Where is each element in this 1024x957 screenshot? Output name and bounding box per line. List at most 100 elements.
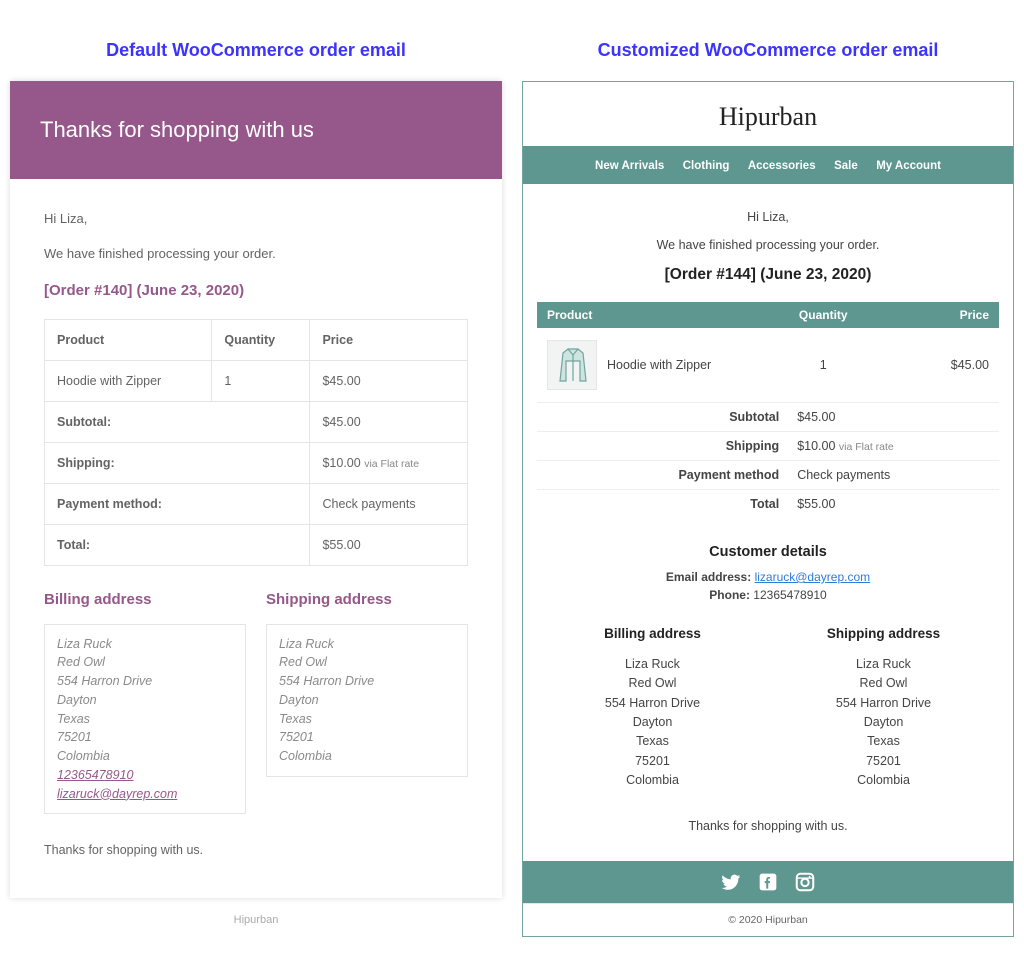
payment-value: Check payments	[797, 468, 999, 482]
col-price: Price	[310, 319, 468, 360]
table-row: Hoodie with Zipper 1 $45.00	[45, 360, 468, 401]
instagram-icon[interactable]	[794, 871, 816, 893]
custom-caption: Customized WooCommerce order email	[522, 10, 1014, 81]
customer-details: Customer details Email address: lizaruck…	[537, 544, 999, 602]
thanks-text: Thanks for shopping with us.	[537, 819, 999, 833]
billing-street: 554 Harron Drive	[57, 672, 233, 691]
col-quantity: Quantity	[768, 308, 879, 322]
col-quantity: Quantity	[212, 319, 310, 360]
total-label: Total:	[45, 524, 310, 565]
shipping-block: Shipping address Liza Ruck Red Owl 554 H…	[768, 624, 999, 791]
billing-city: Dayton	[537, 713, 768, 732]
shipping-label: Shipping	[537, 439, 797, 453]
col-product: Product	[547, 308, 768, 322]
nav-my-account[interactable]: My Account	[876, 160, 941, 172]
item-name: Hoodie with Zipper	[607, 358, 711, 372]
subtotal-value: $45.00	[310, 401, 468, 442]
social-bar	[523, 861, 1013, 903]
customer-details-heading: Customer details	[537, 544, 999, 560]
shipping-country: Colombia	[768, 771, 999, 790]
shipping-company: Red Owl	[279, 653, 455, 672]
shipping-street: 554 Harron Drive	[279, 672, 455, 691]
payment-value: Check payments	[310, 483, 468, 524]
order-heading: [Order #144] (June 23, 2020)	[537, 266, 999, 284]
item-qty: 1	[768, 358, 879, 372]
twitter-icon[interactable]	[720, 871, 742, 893]
phone-value: 12365478910	[753, 588, 826, 602]
default-header: Thanks for shopping with us	[10, 81, 502, 179]
col-price: Price	[879, 308, 990, 322]
closing-text: Thanks for shopping with us.	[44, 840, 468, 860]
shipping-heading: Shipping address	[266, 588, 468, 612]
total-row: Total: $55.00	[45, 524, 468, 565]
billing-country: Colombia	[537, 771, 768, 790]
payment-label: Payment method:	[45, 483, 310, 524]
intro-text: We have finished processing your order.	[537, 238, 999, 252]
email-label: Email address:	[666, 570, 751, 584]
shipping-heading: Shipping address	[768, 624, 999, 645]
billing-zip: 75201	[537, 752, 768, 771]
subtotal-label: Subtotal	[537, 410, 797, 424]
billing-state: Texas	[57, 710, 233, 729]
shipping-zip: 75201	[768, 752, 999, 771]
greeting: Hi Liza,	[44, 209, 468, 230]
shipping-country: Colombia	[279, 747, 455, 766]
shipping-state: Texas	[279, 710, 455, 729]
order-heading: [Order #140] (June 23, 2020)	[44, 279, 468, 303]
billing-box: Liza Ruck Red Owl 554 Harron Drive Dayto…	[44, 624, 246, 815]
default-email-card: Thanks for shopping with us Hi Liza, We …	[10, 81, 502, 898]
facebook-icon[interactable]	[758, 872, 778, 892]
nav-new-arrivals[interactable]: New Arrivals	[595, 160, 664, 172]
table-header-row: Product Quantity Price	[45, 319, 468, 360]
shipping-row: Shipping $10.00 via Flat rate	[537, 431, 999, 460]
billing-phone-link[interactable]: 12365478910	[57, 768, 133, 782]
subtotal-value: $45.00	[797, 410, 999, 424]
product-row: Hoodie with Zipper 1 $45.00	[537, 328, 999, 402]
order-table: Product Quantity Price Hoodie with Zippe…	[44, 319, 468, 566]
nav-clothing[interactable]: Clothing	[683, 160, 730, 172]
payment-label: Payment method	[537, 468, 797, 482]
nav-bar: New Arrivals Clothing Accessories Sale M…	[523, 146, 1013, 184]
shipping-label: Shipping:	[45, 442, 310, 483]
shipping-box: Liza Ruck Red Owl 554 Harron Drive Dayto…	[266, 624, 468, 777]
email-link[interactable]: lizaruck@dayrep.com	[755, 570, 871, 584]
shipping-city: Dayton	[279, 691, 455, 710]
billing-email-link[interactable]: lizaruck@dayrep.com	[57, 787, 177, 801]
billing-city: Dayton	[57, 691, 233, 710]
total-value: $55.00	[310, 524, 468, 565]
shipping-name: Liza Ruck	[279, 635, 455, 654]
greeting: Hi Liza,	[537, 210, 999, 224]
item-qty: 1	[212, 360, 310, 401]
billing-name: Liza Ruck	[537, 655, 768, 674]
billing-heading: Billing address	[537, 624, 768, 645]
billing-state: Texas	[537, 732, 768, 751]
custom-email-card: Hipurban New Arrivals Clothing Accessori…	[522, 81, 1014, 937]
shipping-company: Red Owl	[768, 674, 999, 693]
payment-row: Payment method Check payments	[537, 460, 999, 489]
item-price: $45.00	[879, 358, 990, 372]
nav-sale[interactable]: Sale	[834, 160, 858, 172]
shipping-state: Texas	[768, 732, 999, 751]
default-email-column: Default WooCommerce order email Thanks f…	[10, 10, 502, 937]
subtotal-row: Subtotal $45.00	[537, 402, 999, 431]
billing-heading: Billing address	[44, 588, 246, 612]
col-product: Product	[45, 319, 212, 360]
total-label: Total	[537, 497, 797, 511]
item-price: $45.00	[310, 360, 468, 401]
total-row: Total $55.00	[537, 489, 999, 518]
product-thumbnail	[547, 340, 597, 390]
shipping-value: $10.00 via Flat rate	[310, 442, 468, 483]
nav-accessories[interactable]: Accessories	[748, 160, 816, 172]
product-table-header: Product Quantity Price	[537, 302, 999, 328]
intro-text: We have finished processing your order.	[44, 244, 468, 265]
shipping-city: Dayton	[768, 713, 999, 732]
brand-logo: Hipurban	[523, 82, 1013, 146]
shipping-value: $10.00 via Flat rate	[797, 439, 999, 453]
default-caption: Default WooCommerce order email	[10, 10, 502, 81]
subtotal-row: Subtotal: $45.00	[45, 401, 468, 442]
shipping-zip: 75201	[279, 728, 455, 747]
billing-block: Billing address Liza Ruck Red Owl 554 Ha…	[537, 624, 768, 791]
total-value: $55.00	[797, 497, 999, 511]
custom-email-column: Customized WooCommerce order email Hipur…	[522, 10, 1014, 937]
subtotal-label: Subtotal:	[45, 401, 310, 442]
